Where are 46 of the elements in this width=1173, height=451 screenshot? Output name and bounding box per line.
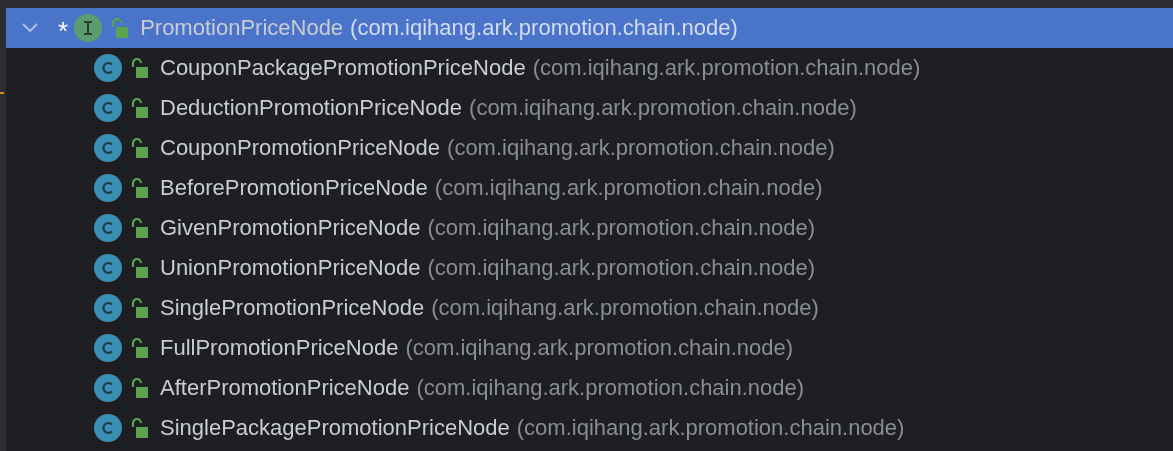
tree-row[interactable]: UnionPromotionPriceNode (com.iqihang.ark.promotion.chain.node): [6, 248, 1173, 288]
class-name: DeductionPromotionPriceNode: [160, 95, 463, 121]
tree-row[interactable]: * PromotionPriceNode (com.iqihang.ark.promotion.chain.node): [6, 8, 1173, 48]
package-name: (com.iqihang.ark.promotion.chain.node): [434, 175, 823, 201]
open-lock-icon: [130, 298, 148, 318]
class-name: CouponPromotionPriceNode: [160, 135, 441, 161]
package-name: (com.iqihang.ark.promotion.chain.node): [350, 15, 738, 41]
class-name: UnionPromotionPriceNode: [160, 255, 421, 281]
tree-row[interactable]: FullPromotionPriceNode (com.iqihang.ark.promotion.chain.node): [6, 328, 1173, 368]
tree-row[interactable]: AfterPromotionPriceNode (com.iqihang.ark.promotion.chain.node): [6, 368, 1173, 408]
open-lock-icon: [130, 258, 148, 278]
package-name: (com.iqihang.ark.promotion.chain.node): [427, 255, 816, 281]
open-lock-icon: [130, 218, 148, 238]
open-lock-icon: [130, 338, 148, 358]
package-name: (com.iqihang.ark.promotion.chain.node): [416, 375, 805, 401]
package-name: (com.iqihang.ark.promotion.chain.node): [427, 215, 816, 241]
tree-row[interactable]: CouponPackagePromotionPriceNode (com.iqihang.ark.promotion.chain.node): [6, 48, 1173, 88]
class-name: SinglePackagePromotionPriceNode: [160, 415, 510, 441]
open-lock-icon: [130, 58, 148, 78]
package-name: (com.iqihang.ark.promotion.chain.node): [405, 335, 794, 361]
class-name: AfterPromotionPriceNode: [160, 375, 410, 401]
class-name: FullPromotionPriceNode: [160, 335, 399, 361]
tree-row[interactable]: SinglePromotionPriceNode (com.iqihang.ark.promotion.chain.node): [6, 288, 1173, 328]
class-name: CouponPackagePromotionPriceNode: [160, 55, 526, 81]
class-name: SinglePromotionPriceNode: [160, 295, 425, 321]
package-name: (com.iqihang.ark.promotion.chain.node): [532, 55, 921, 81]
package-name: (com.iqihang.ark.promotion.chain.node): [447, 135, 835, 161]
class-name: BeforePromotionPriceNode: [160, 175, 428, 201]
open-lock-icon: [130, 138, 148, 158]
tree-row[interactable]: CouponPromotionPriceNode (com.iqihang.ark.promotion.chain.node): [6, 128, 1173, 168]
open-lock-icon: [130, 378, 148, 398]
tree-row[interactable]: GivenPromotionPriceNode (com.iqihang.ark.promotion.chain.node): [6, 208, 1173, 248]
open-lock-icon: [130, 178, 148, 198]
tree-row[interactable]: DeductionPromotionPriceNode (com.iqihang.ark.promotion.chain.node): [6, 88, 1173, 128]
class-name: GivenPromotionPriceNode: [160, 215, 421, 241]
package-name: (com.iqihang.ark.promotion.chain.node): [431, 295, 819, 321]
class-name: PromotionPriceNode: [140, 15, 344, 41]
open-lock-icon: [130, 418, 148, 438]
tree-row[interactable]: BeforePromotionPriceNode (com.iqihang.ark.promotion.chain.node): [6, 168, 1173, 208]
package-name: (com.iqihang.ark.promotion.chain.node): [516, 415, 905, 441]
open-lock-icon: [110, 18, 129, 38]
package-name: (com.iqihang.ark.promotion.chain.node): [469, 95, 857, 121]
chevron-icon[interactable]: [20, 21, 40, 35]
modified-mark: *: [58, 15, 69, 44]
tree-row[interactable]: SinglePackagePromotionPriceNode (com.iqihang.ark.promotion.chain.node): [6, 408, 1173, 448]
open-lock-icon: [130, 98, 148, 118]
